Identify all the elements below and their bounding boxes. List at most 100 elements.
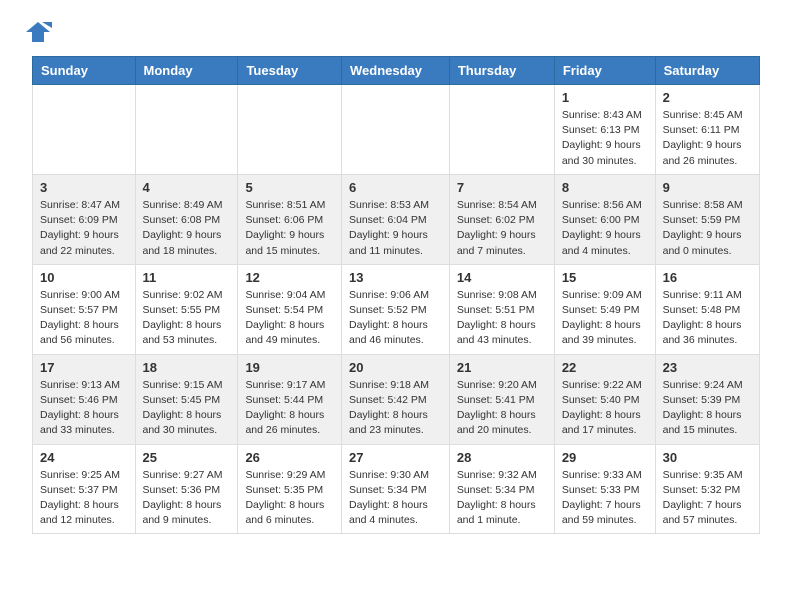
calendar-cell: 28 Sunrise: 9:32 AMSunset: 5:34 PMDayligh… — [449, 444, 554, 534]
day-number: 17 — [40, 360, 128, 375]
calendar-cell: 6Sunrise: 8:53 AMSunset: 6:04 PMDaylight… — [341, 174, 449, 264]
day-number: 28 — [457, 450, 547, 465]
calendar-cell: 14 Sunrise: 9:08 AMSunset: 5:51 PMDayligh… — [449, 264, 554, 354]
logo-icon — [24, 18, 52, 46]
day-number: 2 — [663, 90, 752, 105]
day-number: 8 — [562, 180, 648, 195]
day-info: Sunrise: 8:49 AMSunset: 6:08 PMDaylight:… — [143, 198, 231, 259]
day-info: Sunrise: 9:29 AMSunset: 5:35 PMDaylight:… — [245, 468, 334, 529]
calendar-cell: 8 Sunrise: 8:56 AMSunset: 6:00 PMDaylight… — [554, 174, 655, 264]
day-number: 29 — [562, 450, 648, 465]
calendar-cell: 18 Sunrise: 9:15 AMSunset: 5:45 PMDayligh… — [135, 354, 238, 444]
calendar-cell: 9Sunrise: 8:58 AMSunset: 5:59 PMDaylight… — [655, 174, 759, 264]
calendar-cell: 10 Sunrise: 9:00 AMSunset: 5:57 PMDayligh… — [33, 264, 136, 354]
day-number: 13 — [349, 270, 442, 285]
calendar-cell — [33, 85, 136, 175]
day-info: Sunrise: 9:32 AMSunset: 5:34 PMDaylight:… — [457, 468, 547, 529]
day-number: 6 — [349, 180, 442, 195]
day-number: 25 — [143, 450, 231, 465]
calendar-cell: 27Sunrise: 9:30 AMSunset: 5:34 PMDayligh… — [341, 444, 449, 534]
day-info: Sunrise: 9:08 AMSunset: 5:51 PMDaylight:… — [457, 288, 547, 349]
day-number: 15 — [562, 270, 648, 285]
calendar-cell: 24 Sunrise: 9:25 AMSunset: 5:37 PMDayligh… — [33, 444, 136, 534]
day-info: Sunrise: 8:51 AMSunset: 6:06 PMDaylight:… — [245, 198, 334, 259]
calendar-cell: 11Sunrise: 9:02 AMSunset: 5:55 PMDayligh… — [135, 264, 238, 354]
calendar-cell: 2 Sunrise: 8:45 AMSunset: 6:11 PMDaylight… — [655, 85, 759, 175]
day-number: 23 — [663, 360, 752, 375]
day-number: 20 — [349, 360, 442, 375]
day-info: Sunrise: 9:33 AMSunset: 5:33 PMDaylight:… — [562, 468, 648, 529]
calendar-cell: 1Sunrise: 8:43 AMSunset: 6:13 PMDaylight… — [554, 85, 655, 175]
day-info: Sunrise: 8:47 AMSunset: 6:09 PMDaylight:… — [40, 198, 128, 259]
day-info: Sunrise: 9:15 AMSunset: 5:45 PMDaylight:… — [143, 378, 231, 439]
calendar-table: SundayMondayTuesdayWednesdayThursdayFrid… — [32, 56, 760, 534]
day-info: Sunrise: 9:22 AMSunset: 5:40 PMDaylight:… — [562, 378, 648, 439]
day-number: 9 — [663, 180, 752, 195]
day-number: 16 — [663, 270, 752, 285]
calendar-cell — [135, 85, 238, 175]
day-number: 5 — [245, 180, 334, 195]
day-info: Sunrise: 9:13 AMSunset: 5:46 PMDaylight:… — [40, 378, 128, 439]
day-info: Sunrise: 8:43 AMSunset: 6:13 PMDaylight:… — [562, 108, 648, 169]
calendar-body: 1Sunrise: 8:43 AMSunset: 6:13 PMDaylight… — [33, 85, 760, 534]
day-number: 22 — [562, 360, 648, 375]
calendar-cell: 7 Sunrise: 8:54 AMSunset: 6:02 PMDaylight… — [449, 174, 554, 264]
day-info: Sunrise: 9:17 AMSunset: 5:44 PMDaylight:… — [245, 378, 334, 439]
calendar-week-1: 1Sunrise: 8:43 AMSunset: 6:13 PMDaylight… — [33, 85, 760, 175]
weekday-header-tuesday: Tuesday — [238, 57, 342, 85]
calendar-cell: 23Sunrise: 9:24 AMSunset: 5:39 PMDayligh… — [655, 354, 759, 444]
calendar-cell — [238, 85, 342, 175]
day-number: 12 — [245, 270, 334, 285]
day-number: 18 — [143, 360, 231, 375]
day-info: Sunrise: 9:20 AMSunset: 5:41 PMDaylight:… — [457, 378, 547, 439]
calendar-cell: 22 Sunrise: 9:22 AMSunset: 5:40 PMDayligh… — [554, 354, 655, 444]
calendar-cell: 13 Sunrise: 9:06 AMSunset: 5:52 PMDayligh… — [341, 264, 449, 354]
day-info: Sunrise: 8:56 AMSunset: 6:00 PMDaylight:… — [562, 198, 648, 259]
calendar-cell — [449, 85, 554, 175]
weekday-header-saturday: Saturday — [655, 57, 759, 85]
calendar-week-2: 3 Sunrise: 8:47 AMSunset: 6:09 PMDaylight… — [33, 174, 760, 264]
calendar-week-4: 17 Sunrise: 9:13 AMSunset: 5:46 PMDayligh… — [33, 354, 760, 444]
calendar-cell — [341, 85, 449, 175]
weekday-header-monday: Monday — [135, 57, 238, 85]
day-info: Sunrise: 8:54 AMSunset: 6:02 PMDaylight:… — [457, 198, 547, 259]
day-number: 4 — [143, 180, 231, 195]
calendar-header: SundayMondayTuesdayWednesdayThursdayFrid… — [33, 57, 760, 85]
day-info: Sunrise: 9:04 AMSunset: 5:54 PMDaylight:… — [245, 288, 334, 349]
calendar-cell: 19 Sunrise: 9:17 AMSunset: 5:44 PMDayligh… — [238, 354, 342, 444]
day-number: 3 — [40, 180, 128, 195]
weekday-header-wednesday: Wednesday — [341, 57, 449, 85]
calendar-cell: 29 Sunrise: 9:33 AMSunset: 5:33 PMDayligh… — [554, 444, 655, 534]
page-header — [0, 0, 792, 56]
calendar-cell: 15 Sunrise: 9:09 AMSunset: 5:49 PMDayligh… — [554, 264, 655, 354]
day-info: Sunrise: 9:02 AMSunset: 5:55 PMDaylight:… — [143, 288, 231, 349]
calendar-cell: 30Sunrise: 9:35 AMSunset: 5:32 PMDayligh… — [655, 444, 759, 534]
day-info: Sunrise: 9:09 AMSunset: 5:49 PMDaylight:… — [562, 288, 648, 349]
day-info: Sunrise: 9:18 AMSunset: 5:42 PMDaylight:… — [349, 378, 442, 439]
day-number: 19 — [245, 360, 334, 375]
calendar-cell: 17 Sunrise: 9:13 AMSunset: 5:46 PMDayligh… — [33, 354, 136, 444]
day-number: 14 — [457, 270, 547, 285]
weekday-header-sunday: Sunday — [33, 57, 136, 85]
day-info: Sunrise: 9:00 AMSunset: 5:57 PMDaylight:… — [40, 288, 128, 349]
calendar-week-5: 24 Sunrise: 9:25 AMSunset: 5:37 PMDayligh… — [33, 444, 760, 534]
day-info: Sunrise: 8:45 AMSunset: 6:11 PMDaylight:… — [663, 108, 752, 169]
day-info: Sunrise: 9:25 AMSunset: 5:37 PMDaylight:… — [40, 468, 128, 529]
weekday-header-thursday: Thursday — [449, 57, 554, 85]
calendar-week-3: 10 Sunrise: 9:00 AMSunset: 5:57 PMDayligh… — [33, 264, 760, 354]
calendar-cell: 12 Sunrise: 9:04 AMSunset: 5:54 PMDayligh… — [238, 264, 342, 354]
day-number: 7 — [457, 180, 547, 195]
day-number: 10 — [40, 270, 128, 285]
calendar-container: SundayMondayTuesdayWednesdayThursdayFrid… — [0, 56, 792, 550]
day-info: Sunrise: 9:11 AMSunset: 5:48 PMDaylight:… — [663, 288, 752, 349]
calendar-cell: 20 Sunrise: 9:18 AMSunset: 5:42 PMDayligh… — [341, 354, 449, 444]
day-info: Sunrise: 9:27 AMSunset: 5:36 PMDaylight:… — [143, 468, 231, 529]
day-info: Sunrise: 9:06 AMSunset: 5:52 PMDaylight:… — [349, 288, 442, 349]
calendar-cell: 16 Sunrise: 9:11 AMSunset: 5:48 PMDayligh… — [655, 264, 759, 354]
day-number: 24 — [40, 450, 128, 465]
calendar-cell: 3 Sunrise: 8:47 AMSunset: 6:09 PMDaylight… — [33, 174, 136, 264]
day-number: 30 — [663, 450, 752, 465]
day-number: 26 — [245, 450, 334, 465]
weekday-header-friday: Friday — [554, 57, 655, 85]
calendar-cell: 25 Sunrise: 9:27 AMSunset: 5:36 PMDayligh… — [135, 444, 238, 534]
